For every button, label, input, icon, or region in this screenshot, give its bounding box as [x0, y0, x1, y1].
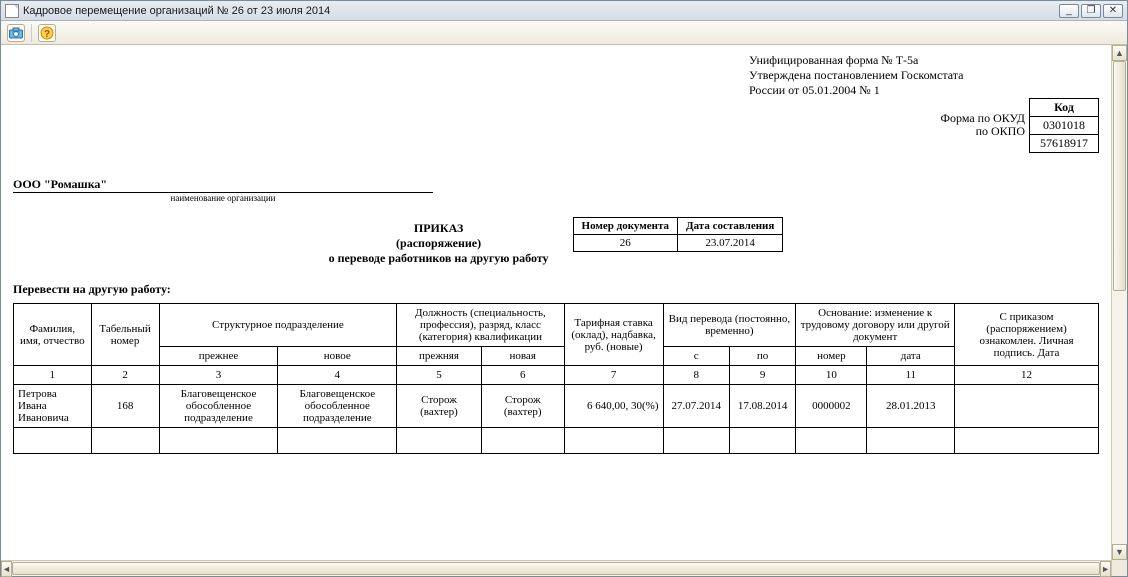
- cell-tab: 168: [91, 385, 159, 428]
- prikaz-row: ПРИКАЗ (распоряжение) о переводе работни…: [13, 217, 1099, 266]
- docnum-hnum: Номер документа: [573, 218, 677, 235]
- toolbar-separator: [31, 24, 32, 42]
- h-bdate: дата: [867, 347, 955, 366]
- data-row: Петрова Ивана Ивановича 168 Благовещенск…: [14, 385, 1099, 428]
- codes-table: Код 0301018 57618917: [1029, 98, 1099, 153]
- main-table: Фамилия, имя, отчество Табельный номер С…: [13, 303, 1099, 454]
- scroll-thumb[interactable]: [1113, 61, 1126, 291]
- org-row: ООО "Ромашка" наименование организации: [13, 153, 1099, 203]
- help-icon: ?: [40, 26, 54, 40]
- h-basis: Основание: изменение к трудовому договор…: [796, 304, 955, 347]
- cell-bdate: 28.01.2013: [867, 385, 955, 428]
- colnum: 9: [729, 366, 795, 385]
- org-name: ООО "Ромашка": [13, 177, 433, 193]
- h-to: по: [729, 347, 795, 366]
- colnum: 5: [397, 366, 482, 385]
- window-title: Кадровое перемещение организаций № 26 от…: [23, 5, 330, 17]
- docnum-hdate: Дата составления: [678, 218, 783, 235]
- blank-row: [14, 428, 1099, 454]
- colnum: 6: [481, 366, 564, 385]
- colnum: 12: [955, 366, 1099, 385]
- form-meta-line: Утверждена постановлением Госкомстата: [749, 68, 1099, 83]
- h-pos-prev: прежняя: [397, 347, 482, 366]
- scroll-down-button[interactable]: ▼: [1112, 544, 1127, 560]
- transfer-line: Перевести на другую работу:: [13, 282, 1099, 297]
- h-struct-prev: прежнее: [159, 347, 278, 366]
- colnum: 1: [14, 366, 92, 385]
- colnum: 4: [278, 366, 397, 385]
- h-struct-new: новое: [278, 347, 397, 366]
- colnum: 3: [159, 366, 278, 385]
- app-window: Кадровое перемещение организаций № 26 от…: [0, 0, 1128, 577]
- h-position: Должность (специальность, профессия), ра…: [397, 304, 564, 347]
- form-meta: Унифицированная форма № Т-5а Утверждена …: [749, 53, 1099, 98]
- colnum: 7: [564, 366, 663, 385]
- docnum-date: 23.07.2014: [678, 235, 783, 252]
- colnum: 10: [796, 366, 867, 385]
- camera-icon: [9, 27, 23, 39]
- okud-value: 0301018: [1030, 117, 1099, 135]
- okpo-value: 57618917: [1030, 135, 1099, 153]
- cell-bnum: 0000002: [796, 385, 867, 428]
- minimize-button[interactable]: _: [1059, 4, 1079, 18]
- scroll-right-button[interactable]: ►: [1100, 561, 1111, 577]
- workspace: Унифицированная форма № Т-5а Утверждена …: [1, 45, 1127, 560]
- h-from: с: [663, 347, 729, 366]
- rasp-title: (распоряжение): [329, 236, 549, 251]
- document-page: Унифицированная форма № Т-5а Утверждена …: [1, 45, 1111, 560]
- help-button[interactable]: ?: [38, 24, 56, 42]
- kod-header: Код: [1030, 99, 1099, 117]
- codes-labels: Форма по ОКУД по ОКПО: [941, 98, 1025, 138]
- form-meta-line: Унифицированная форма № Т-5а: [749, 53, 1099, 68]
- prikaz-titles: ПРИКАЗ (распоряжение) о переводе работни…: [329, 217, 549, 266]
- h-transfer-type: Вид перевода (постоянно, временно): [663, 304, 796, 347]
- vertical-scrollbar[interactable]: ▲ ▼: [1111, 45, 1127, 560]
- h-struct: Структурное подразделение: [159, 304, 397, 347]
- h-ack: С приказом (распоряжением) ознакомлен. Л…: [955, 304, 1099, 366]
- cell-from: 27.07.2014: [663, 385, 729, 428]
- scroll-up-button[interactable]: ▲: [1112, 45, 1127, 61]
- h-bnum: номер: [796, 347, 867, 366]
- toolbar: ?: [1, 21, 1127, 45]
- docnum-table: Номер документа Дата составления 26 23.0…: [573, 217, 784, 252]
- docnum-num: 26: [573, 235, 677, 252]
- okpo-label: по ОКПО: [941, 125, 1025, 138]
- maximize-button[interactable]: ❐: [1081, 4, 1101, 18]
- form-meta-line: России от 05.01.2004 № 1: [749, 83, 1099, 98]
- about-title: о переводе работников на другую работу: [329, 251, 549, 266]
- cell-fio: Петрова Ивана Ивановича: [14, 385, 92, 428]
- title-bar: Кадровое перемещение организаций № 26 от…: [1, 1, 1127, 21]
- cell-struct-prev: Благовещенское обособленное подразделени…: [159, 385, 278, 428]
- svg-text:?: ?: [44, 29, 50, 40]
- h-tab: Табельный номер: [91, 304, 159, 366]
- cell-tariff: 6 640,00, 30(%): [564, 385, 663, 428]
- cell-struct-new: Благовещенское обособленное подразделени…: [278, 385, 397, 428]
- preview-button[interactable]: [7, 24, 25, 42]
- prikaz-title: ПРИКАЗ: [329, 221, 549, 236]
- bottom-scroll-row: ◄ ►: [1, 560, 1127, 576]
- colnum: 11: [867, 366, 955, 385]
- scroll-corner: [1111, 560, 1127, 576]
- cell-pos-prev: Сторож (вахтер): [397, 385, 482, 428]
- h-fio: Фамилия, имя, отчество: [14, 304, 92, 366]
- scroll-track[interactable]: [1112, 61, 1127, 544]
- window-controls: _ ❐ ✕: [1059, 4, 1123, 18]
- colnum: 8: [663, 366, 729, 385]
- scroll-left-button[interactable]: ◄: [1, 561, 12, 577]
- org-caption: наименование организации: [13, 193, 433, 203]
- hscroll-thumb[interactable]: [12, 562, 1100, 575]
- close-button[interactable]: ✕: [1103, 4, 1123, 18]
- colnum: 2: [91, 366, 159, 385]
- hscroll-track[interactable]: [12, 561, 1100, 576]
- horizontal-scrollbar[interactable]: ◄ ►: [1, 560, 1111, 576]
- h-pos-new: новая: [481, 347, 564, 366]
- cell-to: 17.08.2014: [729, 385, 795, 428]
- cell-ack: [955, 385, 1099, 428]
- h-tariff: Тарифная ставка (оклад), надбавка, руб. …: [564, 304, 663, 366]
- document-icon: [5, 4, 19, 18]
- cell-pos-new: Сторож (вахтер): [481, 385, 564, 428]
